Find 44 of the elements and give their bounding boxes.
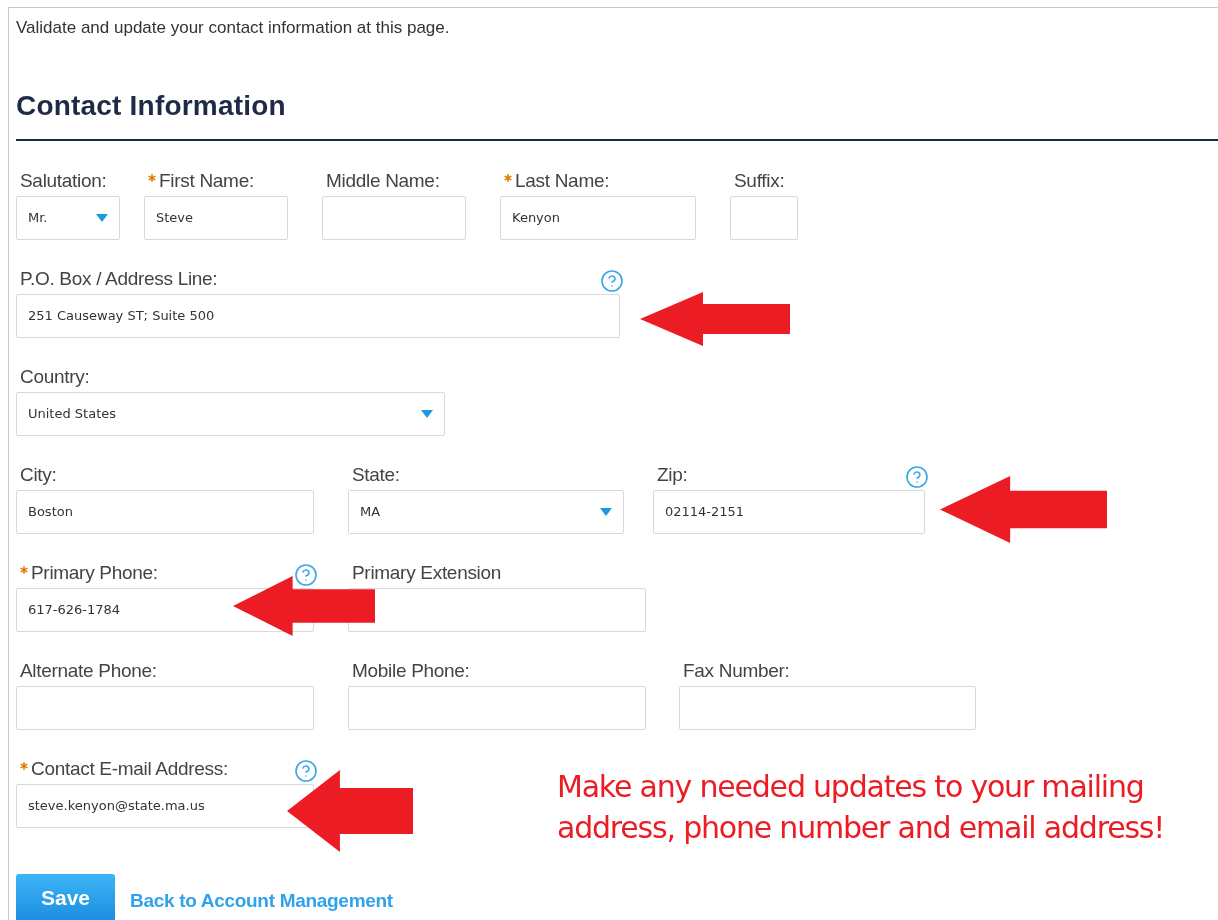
field-label: Salutation:	[20, 168, 107, 193]
help-icon[interactable]	[905, 465, 929, 489]
field-label: Zip:	[657, 462, 688, 487]
field-label: Suffix:	[734, 168, 785, 193]
section-heading: Contact Information	[16, 89, 287, 123]
input-field[interactable]	[679, 686, 976, 730]
select-field[interactable]: Mr.	[16, 196, 120, 240]
field-label: Last Name:	[515, 168, 610, 193]
field-label: Primary Phone:	[31, 560, 158, 585]
input-field[interactable]: steve.kenyon@state.ma.us	[16, 784, 314, 828]
select-field[interactable]: United States	[16, 392, 445, 436]
help-icon[interactable]	[600, 269, 624, 293]
select-value: United States	[28, 405, 117, 424]
field-label: Primary Extension	[352, 560, 502, 585]
input-field[interactable]: 251 Causeway ST; Suite 500	[16, 294, 620, 338]
field-label: City:	[20, 462, 57, 487]
select-value: Mr.	[28, 209, 48, 228]
field-label: Middle Name:	[326, 168, 440, 193]
input-field[interactable]	[348, 588, 646, 632]
field-label: State:	[352, 462, 400, 487]
input-field[interactable]: Steve	[144, 196, 288, 240]
annotation-note: Make any needed updates to your mailing address, phone number and email address!	[557, 768, 1166, 847]
input-field[interactable]	[322, 196, 466, 240]
input-field[interactable]: Kenyon	[500, 196, 696, 240]
select-field[interactable]: MA	[348, 490, 624, 534]
field-label: Alternate Phone:	[20, 658, 157, 683]
input-field[interactable]: 02114-2151	[653, 490, 925, 534]
input-field[interactable]	[730, 196, 798, 240]
input-field[interactable]	[16, 686, 314, 730]
help-icon[interactable]	[294, 759, 318, 783]
field-label: Fax Number:	[683, 658, 790, 683]
field-label: Country:	[20, 364, 90, 389]
select-value: MA	[360, 503, 381, 522]
caret-icon	[96, 214, 108, 222]
input-field[interactable]: Boston	[16, 490, 314, 534]
help-icon[interactable]	[294, 563, 318, 587]
input-field[interactable]	[348, 686, 646, 730]
field-label: Contact E-mail Address:	[31, 756, 228, 781]
field-label: P.O. Box / Address Line:	[20, 266, 218, 291]
field-label: Mobile Phone:	[352, 658, 470, 683]
field-label: First Name:	[159, 168, 254, 193]
caret-icon	[600, 508, 612, 516]
caret-icon	[421, 410, 433, 418]
intro-text: Validate and update your contact information at this page.	[16, 17, 451, 39]
